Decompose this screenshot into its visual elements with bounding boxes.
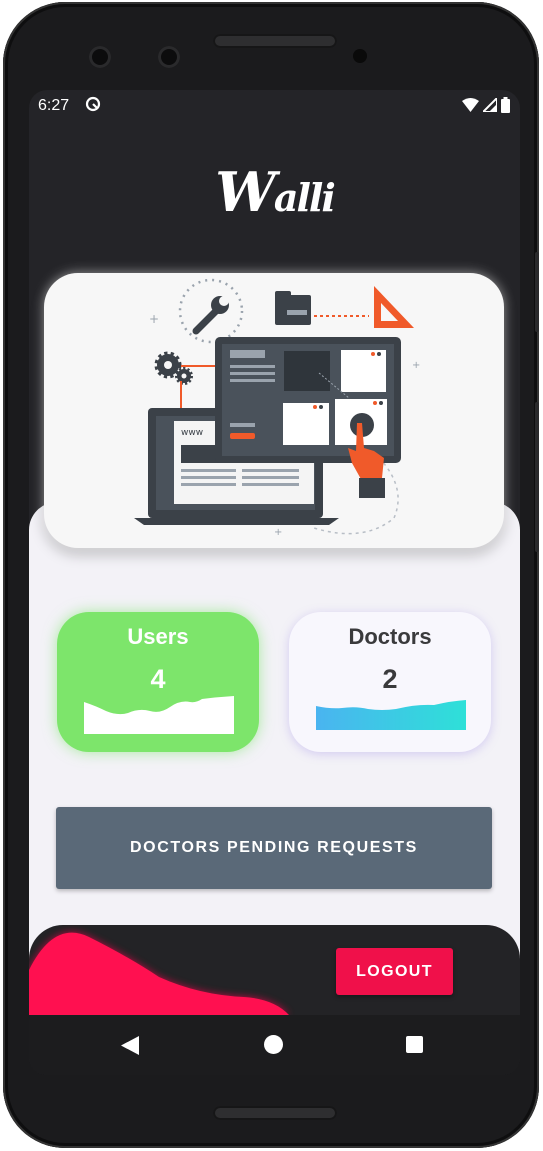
users-card[interactable]: Users 4 (57, 612, 259, 752)
browser-url-text: www (181, 428, 203, 438)
status-time: 6:27 (38, 97, 70, 114)
power-button (535, 252, 539, 332)
set-square-icon (374, 286, 414, 328)
folder-icon (275, 291, 311, 325)
app-logo: Walli (29, 160, 520, 224)
logo-rest: alli (273, 175, 336, 220)
doctors-card[interactable]: Doctors 2 (289, 612, 491, 752)
logout-button[interactable]: LOGOUT (336, 948, 453, 995)
screen: 6:27 Walli + + + www Users 4 Doctors 2 D… (29, 90, 520, 1075)
svg-text:+: + (149, 312, 159, 326)
earpiece (213, 34, 337, 48)
hero-illustration: + + + www (44, 273, 504, 548)
users-count: 4 (150, 664, 166, 694)
proximity-sensor (353, 49, 367, 63)
web-design-illustration: + + + www (134, 278, 420, 538)
system-navigation-bar (29, 1015, 520, 1075)
bottom-speaker (213, 1106, 337, 1120)
volume-button (535, 402, 539, 552)
doctors-card-label: Doctors (348, 624, 432, 649)
back-icon[interactable] (121, 1036, 139, 1055)
dashboard-panel (215, 337, 401, 463)
status-bar: 6:27 (29, 90, 520, 122)
signal-icon (483, 98, 497, 112)
recents-icon[interactable] (406, 1036, 423, 1053)
svg-text:+: + (412, 360, 420, 371)
front-camera (89, 46, 111, 68)
doctors-sparkline (316, 700, 466, 730)
phone-frame: 6:27 Walli + + + www Users 4 Doctors 2 D… (3, 2, 539, 1148)
front-sensor (158, 46, 180, 68)
svg-text:+: + (274, 527, 282, 538)
wifi-icon (462, 98, 479, 112)
settings-status-icon (85, 96, 101, 112)
home-icon[interactable] (264, 1035, 283, 1054)
wrench-icon (192, 296, 229, 335)
gears-icon (154, 351, 193, 385)
status-icons (462, 97, 510, 113)
doctors-count: 2 (382, 664, 398, 694)
logo-initial: W (215, 160, 276, 224)
users-sparkline (84, 696, 234, 734)
battery-icon (501, 97, 510, 113)
users-card-label: Users (127, 624, 189, 649)
doctors-pending-requests-button[interactable]: DOCTORS PENDING REQUESTS (56, 807, 492, 889)
